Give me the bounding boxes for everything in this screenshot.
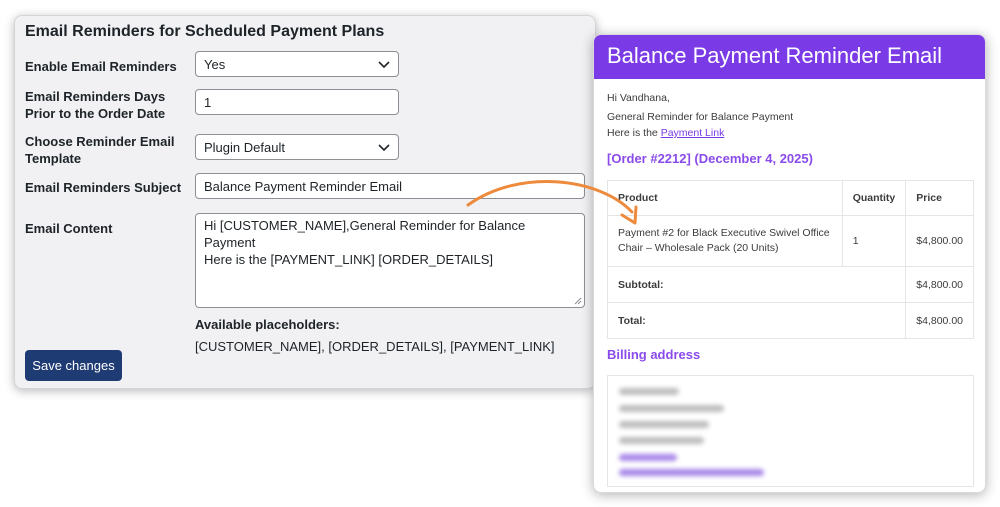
total-label: Total:	[606, 302, 907, 339]
reminder-days-label: Email Reminders Days Prior to the Order …	[25, 89, 166, 121]
placeholders-list: [CUSTOMER_NAME], [ORDER_DETAILS], [PAYME…	[195, 339, 555, 354]
column-header-product: Product	[607, 180, 843, 216]
email-subject-input[interactable]: Balance Payment Reminder Email	[195, 173, 585, 199]
email-template-select[interactable]: Plugin Default	[195, 134, 399, 160]
total-row: Total: $4,800.00	[606, 302, 974, 339]
item-product: Payment #2 for Black Executive Swivel Of…	[607, 215, 843, 267]
email-header-title: Balance Payment Reminder Email	[607, 43, 943, 68]
email-greeting: Hi Vandhana,	[607, 92, 670, 104]
placeholders-title: Available placeholders:	[195, 317, 340, 332]
blurred-text	[619, 437, 704, 444]
resize-handle-icon[interactable]	[573, 296, 582, 305]
email-subject-label: Email Reminders Subject	[25, 180, 182, 195]
billing-address-blurred	[607, 375, 974, 487]
item-quantity: 1	[841, 215, 907, 267]
email-header: Balance Payment Reminder Email	[594, 35, 985, 79]
email-preview-panel: Balance Payment Reminder Email Hi Vandha…	[593, 34, 986, 493]
subtotal-row: Subtotal: $4,800.00	[606, 266, 974, 303]
subtotal-label: Subtotal:	[606, 266, 907, 303]
email-template-value: Plugin Default	[204, 139, 285, 155]
column-header-quantity: Quantity	[841, 180, 907, 216]
table-row: Payment #2 for Black Executive Swivel Of…	[607, 215, 974, 267]
blurred-text	[619, 405, 724, 412]
save-changes-button[interactable]: Save changes	[25, 350, 122, 381]
blurred-text	[619, 454, 677, 461]
email-content-textarea[interactable]: Hi [CUSTOMER_NAME],General Reminder for …	[195, 213, 585, 308]
blurred-text	[619, 388, 679, 395]
enable-reminders-value: Yes	[204, 56, 226, 72]
total-value: $4,800.00	[905, 302, 974, 339]
order-heading: [Order #2212] (December 4, 2025)	[607, 151, 813, 166]
column-header-price: Price	[905, 180, 974, 216]
reminder-days-value: 1	[204, 94, 212, 110]
chevron-down-icon	[378, 61, 390, 69]
enable-reminders-label: Enable Email Reminders	[25, 59, 177, 74]
email-subject-value: Balance Payment Reminder Email	[204, 178, 402, 194]
email-template-label: Choose Reminder Email Template	[25, 134, 175, 166]
order-table-header-row: Product Quantity Price	[607, 180, 974, 216]
settings-panel: Email Reminders for Scheduled Payment Pl…	[14, 15, 596, 389]
blurred-text	[619, 469, 764, 476]
settings-title: Email Reminders for Scheduled Payment Pl…	[25, 23, 385, 40]
subtotal-value: $4,800.00	[905, 266, 974, 303]
email-link-prefix: Here is the	[607, 127, 661, 139]
chevron-down-icon	[378, 144, 390, 152]
email-reminder-line: General Reminder for Balance Payment	[607, 111, 794, 123]
email-content-label: Email Content	[25, 221, 113, 236]
email-content-value: Hi [CUSTOMER_NAME],General Reminder for …	[204, 218, 526, 267]
enable-reminders-select[interactable]: Yes	[195, 51, 399, 77]
billing-heading: Billing address	[607, 347, 701, 362]
email-link-line: Here is the Payment Link	[607, 127, 724, 139]
blurred-text	[619, 421, 709, 428]
payment-link[interactable]: Payment Link	[661, 127, 725, 139]
order-table: Product Quantity Price Payment #2 for Bl…	[606, 180, 974, 339]
item-price: $4,800.00	[905, 215, 974, 267]
reminder-days-input[interactable]: 1	[195, 89, 399, 115]
